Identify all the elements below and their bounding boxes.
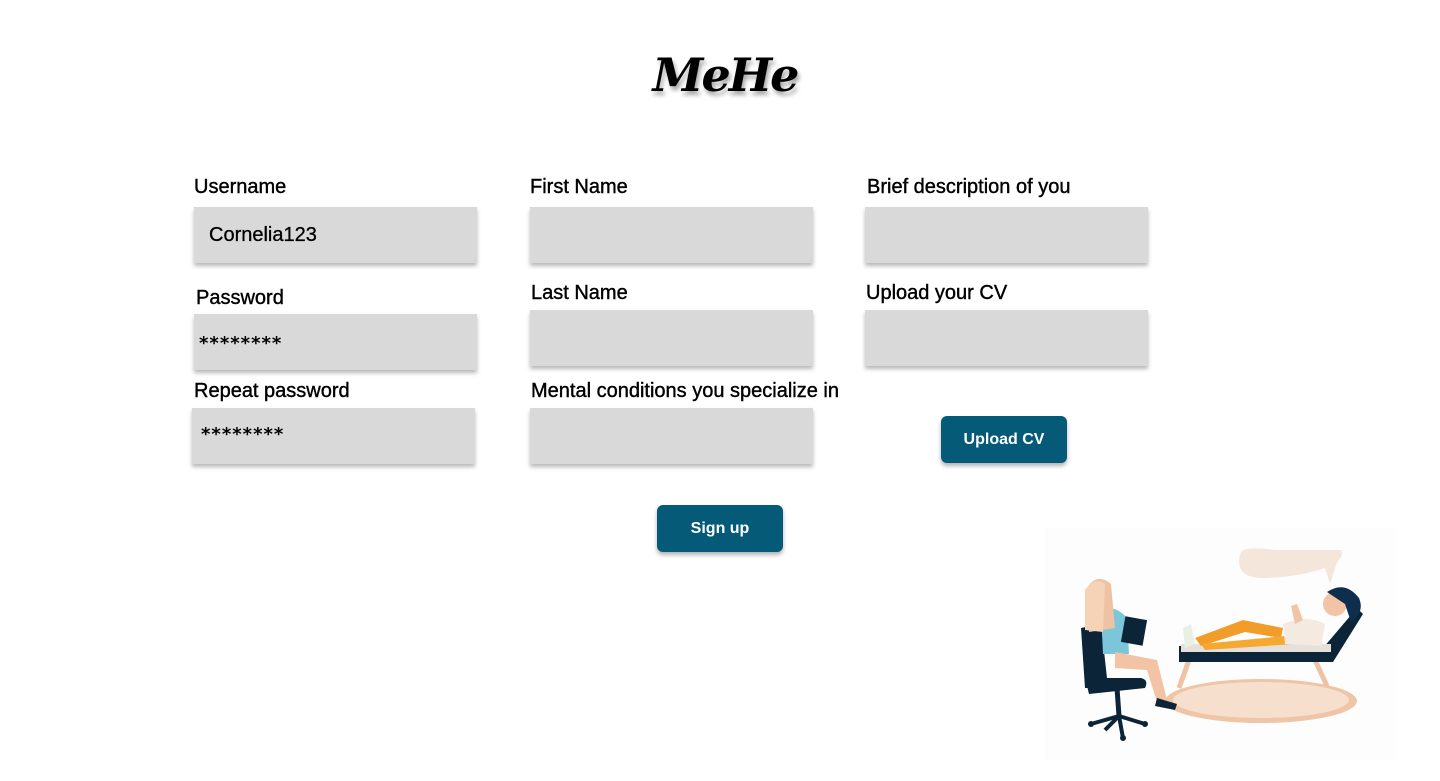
- cv-label: Upload your CV: [866, 282, 1008, 304]
- first-name-input[interactable]: [530, 207, 813, 263]
- upload-cv-button[interactable]: Upload CV: [941, 416, 1067, 463]
- sign-up-button[interactable]: Sign up: [657, 505, 783, 552]
- repeat-password-value: ********: [201, 424, 285, 445]
- therapy-session-illustration: [1045, 528, 1397, 760]
- cv-input[interactable]: [865, 310, 1148, 366]
- repeat-password-label: Repeat password: [194, 380, 350, 402]
- signup-page: MeHe Username Cornelia123 Password *****…: [0, 0, 1440, 781]
- username-input[interactable]: Cornelia123: [194, 207, 477, 263]
- mental-conditions-label: Mental conditions you specialize in: [531, 380, 839, 402]
- mental-conditions-input[interactable]: [530, 408, 813, 464]
- username-label: Username: [194, 176, 287, 198]
- last-name-label: Last Name: [531, 282, 628, 304]
- password-input[interactable]: ********: [194, 314, 477, 370]
- app-logo: MeHe: [652, 48, 800, 102]
- password-value: ********: [199, 333, 283, 354]
- last-name-input[interactable]: [530, 310, 813, 366]
- username-value: Cornelia123: [209, 224, 317, 246]
- password-label: Password: [196, 287, 284, 309]
- description-input[interactable]: [865, 207, 1148, 263]
- description-label: Brief description of you: [867, 176, 1071, 198]
- repeat-password-input[interactable]: ********: [192, 408, 475, 464]
- first-name-label: First Name: [530, 176, 628, 198]
